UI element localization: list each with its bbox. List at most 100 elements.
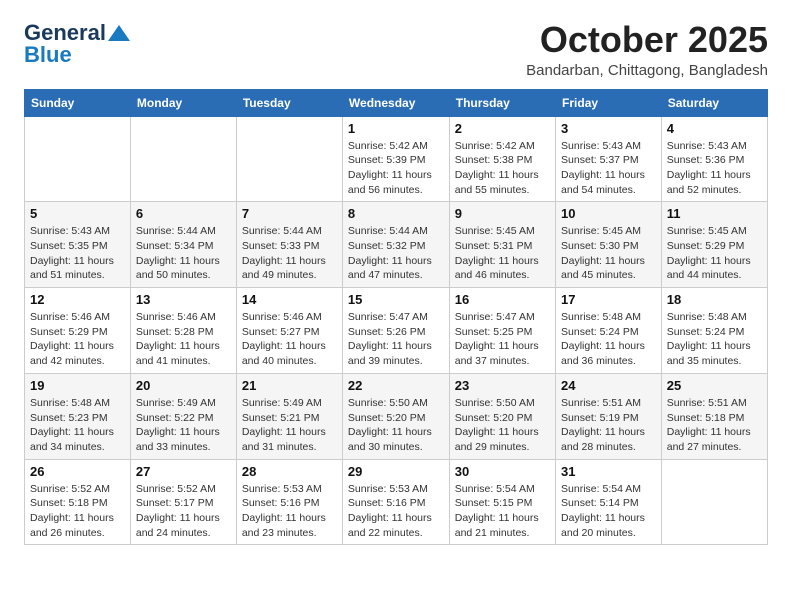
cell-info: Sunrise: 5:48 AMSunset: 5:23 PMDaylight:…: [30, 396, 125, 455]
cell-info: Sunrise: 5:53 AMSunset: 5:16 PMDaylight:…: [348, 482, 444, 541]
cell-info: Sunrise: 5:44 AMSunset: 5:34 PMDaylight:…: [136, 224, 231, 283]
cell-info: Sunrise: 5:53 AMSunset: 5:16 PMDaylight:…: [242, 482, 337, 541]
weekday-header: Monday: [130, 89, 236, 116]
cell-info: Sunrise: 5:47 AMSunset: 5:26 PMDaylight:…: [348, 310, 444, 369]
day-number: 24: [561, 378, 656, 393]
cell-info: Sunrise: 5:46 AMSunset: 5:29 PMDaylight:…: [30, 310, 125, 369]
cell-info: Sunrise: 5:42 AMSunset: 5:38 PMDaylight:…: [455, 139, 550, 198]
cell-info: Sunrise: 5:44 AMSunset: 5:33 PMDaylight:…: [242, 224, 337, 283]
cell-info: Sunrise: 5:49 AMSunset: 5:21 PMDaylight:…: [242, 396, 337, 455]
calendar-cell: 12 Sunrise: 5:46 AMSunset: 5:29 PMDayligh…: [25, 288, 131, 374]
calendar-cell: 10Sunrise: 5:45 AMSunset: 5:30 PMDayligh…: [556, 202, 662, 288]
calendar-cell: 7 Sunrise: 5:44 AMSunset: 5:33 PMDaylight…: [236, 202, 342, 288]
calendar-cell: 2Sunrise: 5:42 AMSunset: 5:38 PMDaylight…: [449, 116, 555, 202]
day-number: 29: [348, 464, 444, 479]
day-number: 17: [561, 292, 656, 307]
calendar-body: 1Sunrise: 5:42 AMSunset: 5:39 PMDaylight…: [25, 116, 768, 545]
day-number: 8: [348, 206, 444, 221]
calendar-cell: [130, 116, 236, 202]
calendar-cell: 5Sunrise: 5:43 AMSunset: 5:35 PMDaylight…: [25, 202, 131, 288]
calendar-week-row: 26 Sunrise: 5:52 AMSunset: 5:18 PMDayligh…: [25, 459, 768, 545]
day-number: 13: [136, 292, 231, 307]
day-number: 21: [242, 378, 337, 393]
day-number: 3: [561, 121, 656, 136]
logo: General Blue: [24, 20, 130, 68]
day-number: 23: [455, 378, 550, 393]
calendar-week-row: 12 Sunrise: 5:46 AMSunset: 5:29 PMDayligh…: [25, 288, 768, 374]
weekday-header: Friday: [556, 89, 662, 116]
calendar-cell: 22Sunrise: 5:50 AMSunset: 5:20 PMDayligh…: [342, 373, 449, 459]
day-number: 20: [136, 378, 231, 393]
calendar-cell: 15 Sunrise: 5:47 AMSunset: 5:26 PMDayligh…: [342, 288, 449, 374]
calendar-cell: 6 Sunrise: 5:44 AMSunset: 5:34 PMDaylight…: [130, 202, 236, 288]
calendar-cell: 3 Sunrise: 5:43 AMSunset: 5:37 PMDaylight…: [556, 116, 662, 202]
cell-info: Sunrise: 5:45 AMSunset: 5:31 PMDaylight:…: [455, 224, 550, 283]
calendar-week-row: 1Sunrise: 5:42 AMSunset: 5:39 PMDaylight…: [25, 116, 768, 202]
calendar-cell: 21 Sunrise: 5:49 AMSunset: 5:21 PMDayligh…: [236, 373, 342, 459]
calendar-cell: 13 Sunrise: 5:46 AMSunset: 5:28 PMDayligh…: [130, 288, 236, 374]
page-header: General Blue October 2025 Bandarban, Chi…: [24, 20, 768, 79]
calendar-cell: 30 Sunrise: 5:54 AMSunset: 5:15 PMDayligh…: [449, 459, 555, 545]
calendar-cell: 9Sunrise: 5:45 AMSunset: 5:31 PMDaylight…: [449, 202, 555, 288]
title-area: October 2025 Bandarban, Chittagong, Bang…: [526, 20, 768, 79]
day-number: 15: [348, 292, 444, 307]
cell-info: Sunrise: 5:52 AMSunset: 5:18 PMDaylight:…: [30, 482, 125, 541]
day-number: 5: [30, 206, 125, 221]
day-number: 6: [136, 206, 231, 221]
calendar-cell: 18Sunrise: 5:48 AMSunset: 5:24 PMDayligh…: [661, 288, 767, 374]
day-number: 27: [136, 464, 231, 479]
weekday-header: Thursday: [449, 89, 555, 116]
calendar-cell: 19Sunrise: 5:48 AMSunset: 5:23 PMDayligh…: [25, 373, 131, 459]
weekday-header: Sunday: [25, 89, 131, 116]
cell-info: Sunrise: 5:44 AMSunset: 5:32 PMDaylight:…: [348, 224, 444, 283]
calendar-cell: 31Sunrise: 5:54 AMSunset: 5:14 PMDayligh…: [556, 459, 662, 545]
cell-info: Sunrise: 5:54 AMSunset: 5:14 PMDaylight:…: [561, 482, 656, 541]
cell-info: Sunrise: 5:50 AMSunset: 5:20 PMDaylight:…: [348, 396, 444, 455]
logo-icon: [108, 25, 130, 41]
location-title: Bandarban, Chittagong, Bangladesh: [526, 62, 768, 79]
calendar-cell: [661, 459, 767, 545]
calendar-cell: 20 Sunrise: 5:49 AMSunset: 5:22 PMDayligh…: [130, 373, 236, 459]
cell-info: Sunrise: 5:54 AMSunset: 5:15 PMDaylight:…: [455, 482, 550, 541]
calendar-cell: 11 Sunrise: 5:45 AMSunset: 5:29 PMDayligh…: [661, 202, 767, 288]
day-number: 14: [242, 292, 337, 307]
cell-info: Sunrise: 5:46 AMSunset: 5:27 PMDaylight:…: [242, 310, 337, 369]
cell-info: Sunrise: 5:52 AMSunset: 5:17 PMDaylight:…: [136, 482, 231, 541]
calendar-week-row: 5Sunrise: 5:43 AMSunset: 5:35 PMDaylight…: [25, 202, 768, 288]
weekday-header-row: SundayMondayTuesdayWednesdayThursdayFrid…: [25, 89, 768, 116]
weekday-header: Saturday: [661, 89, 767, 116]
calendar-cell: 24 Sunrise: 5:51 AMSunset: 5:19 PMDayligh…: [556, 373, 662, 459]
calendar-cell: [25, 116, 131, 202]
calendar-cell: 4 Sunrise: 5:43 AMSunset: 5:36 PMDaylight…: [661, 116, 767, 202]
calendar-cell: 28Sunrise: 5:53 AMSunset: 5:16 PMDayligh…: [236, 459, 342, 545]
cell-info: Sunrise: 5:45 AMSunset: 5:29 PMDaylight:…: [667, 224, 762, 283]
cell-info: Sunrise: 5:51 AMSunset: 5:19 PMDaylight:…: [561, 396, 656, 455]
cell-info: Sunrise: 5:51 AMSunset: 5:18 PMDaylight:…: [667, 396, 762, 455]
cell-info: Sunrise: 5:43 AMSunset: 5:37 PMDaylight:…: [561, 139, 656, 198]
calendar-cell: 26 Sunrise: 5:52 AMSunset: 5:18 PMDayligh…: [25, 459, 131, 545]
day-number: 10: [561, 206, 656, 221]
cell-info: Sunrise: 5:42 AMSunset: 5:39 PMDaylight:…: [348, 139, 444, 198]
day-number: 26: [30, 464, 125, 479]
day-number: 16: [455, 292, 550, 307]
logo-blue: Blue: [24, 42, 72, 68]
day-number: 7: [242, 206, 337, 221]
day-number: 12: [30, 292, 125, 307]
cell-info: Sunrise: 5:46 AMSunset: 5:28 PMDaylight:…: [136, 310, 231, 369]
cell-info: Sunrise: 5:48 AMSunset: 5:24 PMDaylight:…: [667, 310, 762, 369]
calendar-cell: 29 Sunrise: 5:53 AMSunset: 5:16 PMDayligh…: [342, 459, 449, 545]
calendar-cell: 27 Sunrise: 5:52 AMSunset: 5:17 PMDayligh…: [130, 459, 236, 545]
cell-info: Sunrise: 5:47 AMSunset: 5:25 PMDaylight:…: [455, 310, 550, 369]
cell-info: Sunrise: 5:43 AMSunset: 5:36 PMDaylight:…: [667, 139, 762, 198]
calendar-week-row: 19Sunrise: 5:48 AMSunset: 5:23 PMDayligh…: [25, 373, 768, 459]
day-number: 11: [667, 206, 762, 221]
calendar-cell: 1Sunrise: 5:42 AMSunset: 5:39 PMDaylight…: [342, 116, 449, 202]
cell-info: Sunrise: 5:50 AMSunset: 5:20 PMDaylight:…: [455, 396, 550, 455]
calendar-cell: 17Sunrise: 5:48 AMSunset: 5:24 PMDayligh…: [556, 288, 662, 374]
day-number: 4: [667, 121, 762, 136]
month-title: October 2025: [526, 20, 768, 60]
cell-info: Sunrise: 5:49 AMSunset: 5:22 PMDaylight:…: [136, 396, 231, 455]
day-number: 30: [455, 464, 550, 479]
calendar-cell: 23 Sunrise: 5:50 AMSunset: 5:20 PMDayligh…: [449, 373, 555, 459]
calendar-cell: [236, 116, 342, 202]
